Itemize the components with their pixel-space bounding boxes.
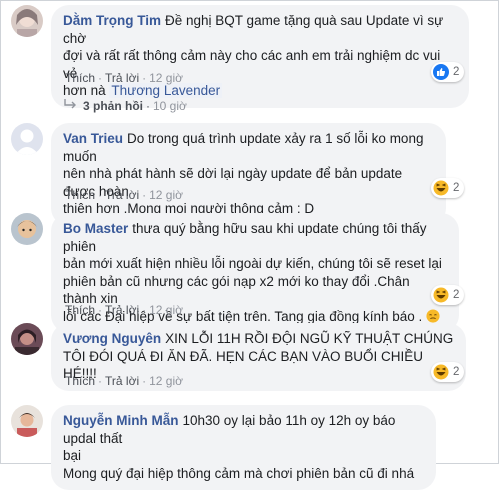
reaction-summary[interactable]: 2 [431,62,465,82]
comment-author[interactable]: Nguyễn Minh Mẫn [63,413,179,428]
reaction-summary[interactable]: 2 [431,362,465,382]
haha-icon [433,364,449,380]
reply-arrow-icon [64,99,76,109]
haha-icon [433,287,449,303]
comment-thread: Dằm Trọng Tim Đề nghị BQT game tặng quà s… [1,1,499,490]
sweat-smile-emoji [426,308,440,323]
reaction-count: 2 [453,66,460,78]
comment-text-line: phiên bản cũ nhưng các gói nạp x2 mới ko… [63,273,410,307]
haha-icon [433,180,449,196]
reply-link[interactable]: Trả lời [105,374,139,388]
comment-text-line: hơn nà [63,83,106,98]
like-icon [433,64,449,80]
reply-link[interactable]: Trả lời [105,71,139,85]
comment-bubble: Van Trieu Do trong quá trình update xảy r… [51,123,446,226]
comment-author[interactable]: Dằm Trọng Tim [63,13,161,28]
reaction-count: 2 [453,289,460,301]
comment-time[interactable]: 12 giờ [149,303,183,317]
comment-text-line: Mong quý đại hiệp thông cảm mà chơi phiê… [63,465,415,481]
reply-link[interactable]: Trả lời [105,303,139,317]
reaction-summary[interactable]: 2 [431,178,465,198]
avatar[interactable] [11,213,43,245]
comment-actions: Thích · Trả lời · 12 giờ [65,374,183,388]
avatar[interactable] [11,405,43,437]
comment-time[interactable]: 12 giờ [149,188,183,202]
reply-link[interactable]: Trả lời [105,188,139,202]
reaction-count: 2 [453,182,460,194]
comment-actions: Thích · Trả lời · 12 giờ [65,71,183,85]
avatar[interactable] [11,5,43,37]
reaction-count: 2 [453,366,460,378]
view-replies[interactable]: 3 phản hồi · 10 giờ [63,99,187,113]
comment-time[interactable]: 12 giờ [149,71,183,85]
comment-text-line: XIN LỖI 11H RỒI ĐỘI NGŨ KỸ THUẬT CHÚNG [165,331,454,346]
like-link[interactable]: Thích [65,374,95,388]
comment-author[interactable]: Vương Nguyên [63,331,161,346]
replies-count[interactable]: 3 phản hồi [83,99,143,113]
like-link[interactable]: Thích [65,303,95,317]
comment-actions: Thích · Trả lời · 12 giờ [65,188,183,202]
comment-text-line: bản mới xuất hiện nhiều lỗi ngoài dự kiế… [63,256,442,271]
comment-bubble: Nguyễn Minh Mẫn 10h30 oy lại bảo 11h oy 1… [51,405,436,490]
comment-time[interactable]: 12 giờ [149,374,183,388]
avatar[interactable] [11,123,43,155]
comment-author[interactable]: Van Trieu [63,131,123,146]
comment-text-line: bại [63,448,82,463]
comment-bubble: Dằm Trọng Tim Đề nghị BQT game tặng quà s… [51,5,469,108]
comment-actions: Thích · Trả lời · 12 giờ [65,303,183,317]
reaction-summary[interactable]: 2 [431,285,465,305]
replies-time: 10 giờ [153,99,187,113]
avatar[interactable] [11,323,43,355]
mention-link[interactable]: Thương Lavender [109,83,223,98]
like-link[interactable]: Thích [65,188,95,202]
like-link[interactable]: Thích [65,71,95,85]
comment-author[interactable]: Bo Master [63,221,128,236]
